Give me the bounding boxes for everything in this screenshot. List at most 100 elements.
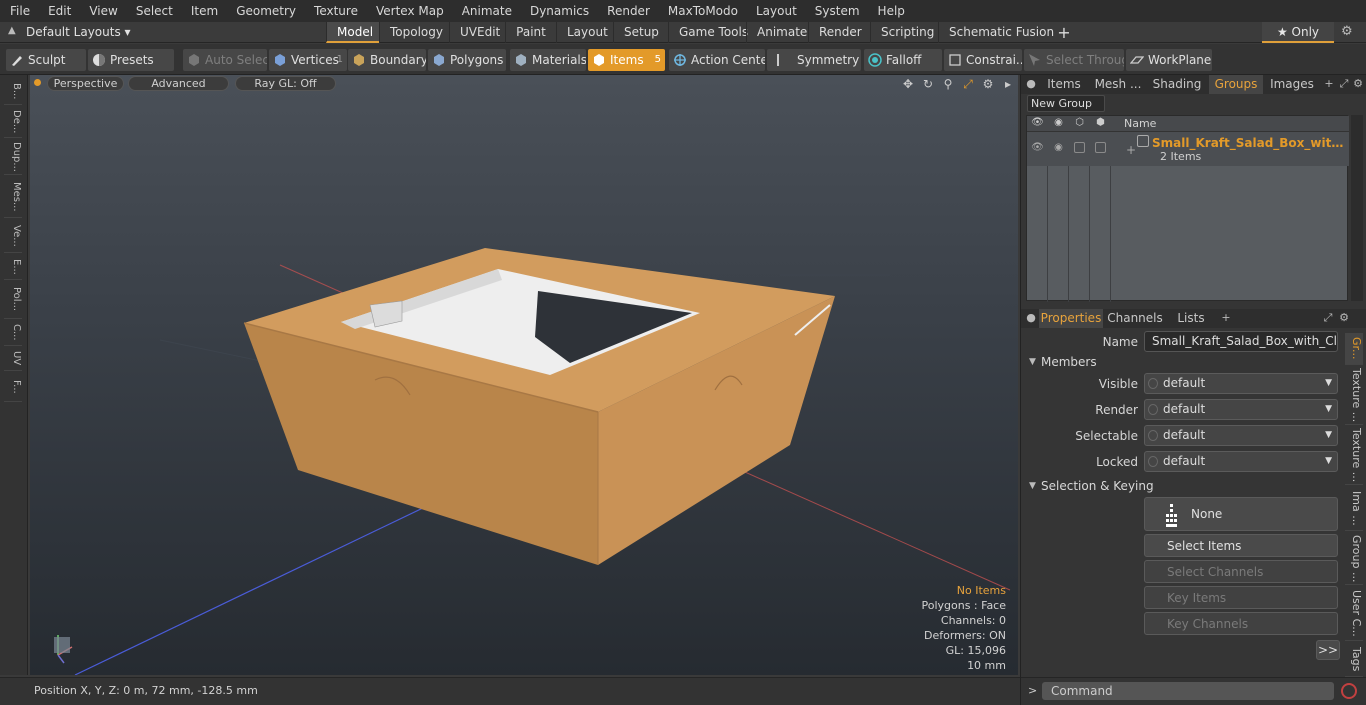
add-tab-button[interactable]: + [1055,22,1073,43]
row-visibility-icon[interactable]: 👁 [1027,142,1048,153]
tab-properties[interactable]: Properties [1039,309,1103,328]
tab-uvedit[interactable]: UVEdit [449,22,505,43]
left-tab-fusion[interactable]: F... [4,372,22,402]
tab-topology[interactable]: Topology [379,22,449,43]
viewport-options-icon[interactable] [34,79,41,86]
sculpt-button[interactable]: Sculpt [6,49,86,71]
vertices-button[interactable]: Vertices 1 [269,49,347,71]
select-column-icon[interactable]: ⬡ [1069,117,1090,128]
symmetry-button[interactable]: Symmetry [767,49,861,71]
left-tab-mesh[interactable]: Mes... [4,176,22,218]
menu-help[interactable]: Help [869,0,914,22]
tab-model[interactable]: Model [326,22,379,43]
menu-edit[interactable]: Edit [39,0,80,22]
left-tab-uv[interactable]: UV [4,347,22,371]
layout-dropdown[interactable]: Default Layouts ▾ [26,22,131,43]
groups-scrollbar[interactable] [1351,115,1363,301]
menu-dynamics[interactable]: Dynamics [521,0,598,22]
left-tab-polygon[interactable]: Pol... [4,281,22,319]
gear-icon[interactable]: ⚙ [1341,24,1357,40]
side-tab-group-2[interactable]: Group ... [1345,533,1363,585]
select-channels-button[interactable]: Select Channels [1144,560,1338,583]
3d-viewport[interactable]: Perspective Advanced Ray GL: Off ✥ ↻ ⚲ ⤢… [30,75,1018,675]
zoom-view-icon[interactable]: ⚲ [938,76,958,92]
only-toggle[interactable]: ★ Only [1262,22,1334,43]
record-macro-icon[interactable] [1341,683,1357,699]
boundary-button[interactable]: Boundary [348,49,426,71]
tab-animate[interactable]: Animate [746,22,808,43]
side-tab-group[interactable]: Gr... [1345,333,1363,365]
side-tab-texture-2[interactable]: Texture ... [1345,427,1363,485]
materials-button[interactable]: Materials [510,49,586,71]
rotate-view-icon[interactable]: ↻ [918,76,938,92]
layout-expand-icon[interactable]: ▲ [8,25,20,39]
visible-dropdown[interactable]: default ▼ [1144,373,1338,394]
constraints-button[interactable]: Constrai... [944,49,1022,71]
polygons-button[interactable]: Polygons [428,49,506,71]
expand-group-icon[interactable]: + [1126,143,1136,157]
left-tab-deform[interactable]: De... [4,106,22,138]
view-menu-icon[interactable]: ▸ [998,76,1018,92]
side-tab-texture-1[interactable]: Texture ... [1345,367,1363,425]
tab-render[interactable]: Render [808,22,870,43]
falloff-button[interactable]: Falloff [864,49,942,71]
menu-texture[interactable]: Texture [305,0,367,22]
raygl-toggle[interactable]: Ray GL: Off [235,76,336,91]
menu-item[interactable]: Item [182,0,227,22]
tab-groups[interactable]: Groups [1209,75,1263,94]
row-select-checkbox[interactable] [1074,142,1085,153]
tab-game-tools[interactable]: Game Tools [668,22,748,43]
side-tab-image[interactable]: Ima ... [1345,487,1363,531]
side-tab-user-channels[interactable]: User C... [1345,587,1363,641]
members-section[interactable]: ▼ Members [1027,354,1343,370]
menu-view[interactable]: View [80,0,126,22]
key-channels-button[interactable]: Key Channels [1144,612,1338,635]
select-items-button[interactable]: Select Items [1144,534,1338,557]
name-column-header[interactable]: Name [1124,117,1156,130]
lock-column-icon[interactable]: ⬢ [1090,117,1111,128]
expand-properties-icon[interactable]: ⤢ [1321,311,1335,325]
add-panel-tab-icon[interactable]: + [1322,77,1336,91]
menu-layout[interactable]: Layout [747,0,806,22]
collapse-selection-icon[interactable]: ▼ [1029,478,1036,494]
render-column-icon[interactable]: ◉ [1048,117,1069,128]
command-input[interactable]: Command [1042,682,1334,700]
tab-shading[interactable]: Shading [1147,75,1207,94]
more-button[interactable]: >> [1316,640,1340,660]
properties-settings-icon[interactable]: ⚙ [1337,311,1351,325]
tab-layout[interactable]: Layout [556,22,613,43]
fit-view-icon[interactable]: ⤢ [958,76,978,92]
expand-panel-icon[interactable]: ⤢ [1337,77,1351,91]
left-tab-vertex[interactable]: Ve... [4,219,22,253]
menu-system[interactable]: System [806,0,869,22]
menu-file[interactable]: File [0,0,39,22]
properties-options-icon[interactable]: ● [1024,311,1038,325]
select-through-button[interactable]: Select Through [1024,49,1124,71]
menu-animate[interactable]: Animate [453,0,521,22]
tab-scripting[interactable]: Scripting [870,22,938,43]
presets-button[interactable]: Presets [88,49,174,71]
view-dropdown[interactable]: Perspective [47,76,124,91]
move-view-icon[interactable]: ✥ [898,76,918,92]
name-field[interactable]: Small_Kraft_Salad_Box_with_Clear_W [1144,331,1338,352]
tab-items[interactable]: Items [1039,75,1089,94]
add-properties-tab-icon[interactable]: + [1219,311,1233,325]
row-lock-checkbox[interactable] [1095,142,1106,153]
tab-setup[interactable]: Setup [613,22,668,43]
items-button[interactable]: Items 5 [588,49,665,71]
menu-vertex-map[interactable]: Vertex Map [367,0,453,22]
visibility-column-icon[interactable]: 👁 [1027,117,1048,128]
tab-paint[interactable]: Paint [505,22,556,43]
row-render-icon[interactable]: ◉ [1048,142,1069,153]
tab-lists[interactable]: Lists [1167,309,1215,328]
key-items-button[interactable]: Key Items [1144,586,1338,609]
selectable-dropdown[interactable]: default ▼ [1144,425,1338,446]
left-tab-duplicate[interactable]: Dup... [4,139,22,175]
left-tab-edge[interactable]: E... [4,254,22,280]
workplane-button[interactable]: WorkPlane [1126,49,1212,71]
none-button[interactable]: None [1144,497,1338,531]
locked-dropdown[interactable]: default ▼ [1144,451,1338,472]
tab-schematic-fusion[interactable]: Schematic Fusion [938,22,1055,43]
selection-keying-section[interactable]: ▼ Selection & Keying [1027,478,1343,494]
left-tab-b[interactable]: B... [4,79,22,105]
